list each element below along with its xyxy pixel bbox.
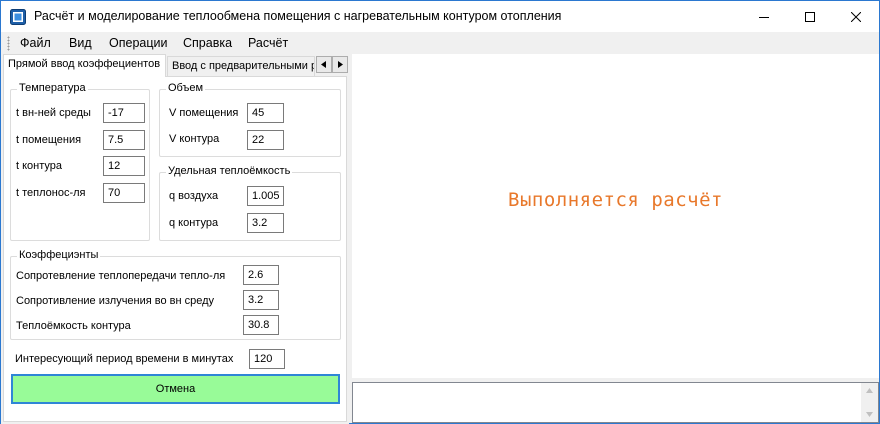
circuit-heat-capacity-label: Теплоёмкость контура — [16, 320, 131, 332]
volume-group: Объем V помещения 45 V контура 22 — [159, 82, 341, 157]
circuit-capacity-field[interactable]: 3.2 — [247, 213, 284, 233]
tab-strip: Прямой ввод коэффециентов Ввод с предвар… — [1, 54, 349, 77]
app-icon — [10, 9, 26, 25]
circuit-heat-capacity-field[interactable]: 30.8 — [243, 315, 279, 335]
heat-capacity-group-title: Удельная теплоёмкость — [166, 165, 293, 177]
cancel-button[interactable]: Отмена — [11, 374, 340, 404]
transfer-resistance-field[interactable]: 2.6 — [243, 265, 279, 285]
minimize-icon — [759, 16, 769, 18]
maximize-icon — [805, 11, 815, 22]
scroll-down-icon[interactable] — [866, 412, 873, 417]
menu-operations[interactable]: Операции — [109, 36, 167, 50]
arrow-right-icon — [338, 61, 343, 68]
air-capacity-field[interactable]: 1.005 — [247, 186, 284, 206]
close-button[interactable] — [833, 1, 879, 32]
status-message: Выполняется расчёт — [508, 189, 723, 211]
coolant-temp-field[interactable]: 70 — [103, 183, 145, 203]
coefficients-group-title: Коэффециэнты — [17, 249, 101, 261]
transfer-resistance-label: Сопротевление теплопередачи тепло-ля — [16, 270, 226, 282]
log-scrollbar[interactable] — [861, 383, 878, 422]
heat-capacity-group: Удельная теплоёмкость q воздуха 1.005 q … — [159, 165, 341, 241]
scroll-up-icon[interactable] — [866, 388, 873, 393]
maximize-button[interactable] — [787, 1, 833, 32]
room-temp-label: t помещения — [16, 134, 82, 146]
circuit-capacity-label: q контура — [169, 217, 219, 229]
circuit-volume-field[interactable]: 22 — [247, 130, 284, 150]
radiation-resistance-field[interactable]: 3.2 — [243, 290, 279, 310]
outdoor-temp-label: t вн-ней среды — [16, 107, 91, 119]
menu-help[interactable]: Справка — [183, 36, 232, 50]
tab-scroll-left-button[interactable] — [316, 56, 332, 73]
app-window: Расчёт и моделирование теплообмена помещ… — [0, 0, 880, 424]
coefficients-group: Коэффециэнты Сопротевление теплопередачи… — [10, 249, 341, 340]
input-panel: Прямой ввод коэффециентов Ввод с предвар… — [1, 54, 349, 424]
menu-file[interactable]: Файл — [20, 36, 51, 50]
period-field[interactable]: 120 — [249, 349, 285, 369]
tab-preliminary-input[interactable]: Ввод с предварительными р — [167, 56, 315, 76]
air-capacity-label: q воздуха — [169, 190, 219, 202]
minimize-button[interactable] — [741, 1, 787, 32]
window-title: Расчёт и моделирование теплообмена помещ… — [34, 9, 562, 23]
circuit-temp-field[interactable]: 12 — [103, 156, 145, 176]
outdoor-temp-field[interactable]: -17 — [103, 103, 145, 123]
temperature-group-title: Температура — [17, 82, 88, 94]
radiation-resistance-label: Сопротивление излучения во вн среду — [16, 295, 215, 307]
tab-scroll-right-button[interactable] — [332, 56, 348, 73]
circuit-volume-label: V контура — [169, 133, 220, 145]
arrow-left-icon — [321, 61, 326, 68]
volume-group-title: Объем — [166, 82, 206, 94]
menu-grip-icon[interactable] — [7, 36, 10, 51]
menu-view[interactable]: Вид — [69, 36, 92, 50]
plot-area: Выполняется расчёт — [352, 54, 879, 378]
temperature-group: Температура t вн-ней среды -17 t помещен… — [10, 82, 150, 241]
room-volume-label: V помещения — [169, 107, 239, 119]
circuit-temp-label: t контура — [16, 160, 63, 172]
tab-direct-input[interactable]: Прямой ввод коэффециентов — [3, 54, 166, 77]
title-bar: Расчёт и моделирование теплообмена помещ… — [1, 1, 879, 32]
menu-calculate[interactable]: Расчёт — [248, 36, 288, 50]
menu-bar: Файл Вид Операции Справка Расчёт — [1, 32, 879, 54]
close-icon — [851, 11, 861, 22]
room-volume-field[interactable]: 45 — [247, 103, 284, 123]
room-temp-field[interactable]: 7.5 — [103, 130, 145, 150]
log-textbox[interactable] — [352, 382, 879, 423]
tab-page: Температура t вн-ней среды -17 t помещен… — [3, 76, 347, 422]
coolant-temp-label: t теплонос-ля — [16, 187, 86, 199]
period-label: Интересующий период времени в минутах — [15, 353, 234, 365]
